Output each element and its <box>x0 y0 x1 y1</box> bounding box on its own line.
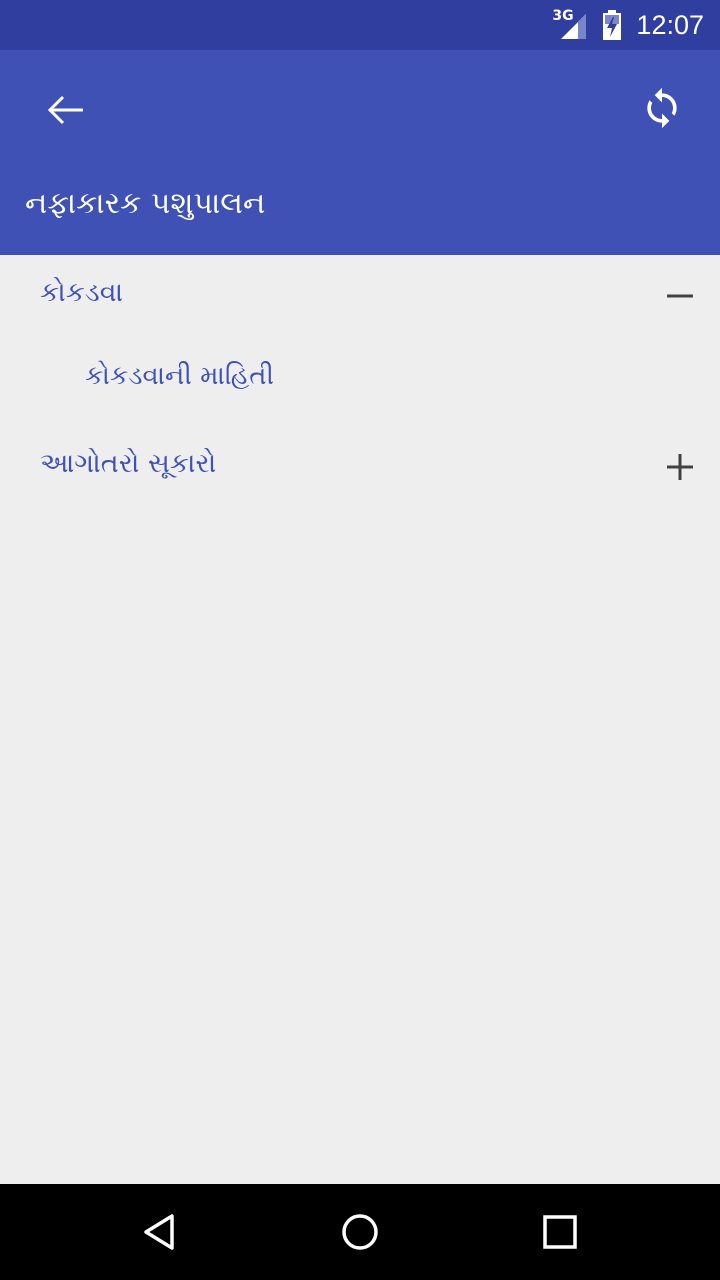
tree-item-label: કોકડવાની માહિતી <box>85 361 274 391</box>
nav-home-button[interactable] <box>334 1206 386 1258</box>
network-indicator: 3G <box>552 8 588 40</box>
tree-item-label: આગોતરો સૂકારો <box>40 448 217 479</box>
sync-icon <box>647 87 677 129</box>
status-icons: 3G 12:07 <box>552 0 704 50</box>
page-title: નફાકારક પશુપાલન <box>25 186 266 221</box>
app-bar: નફાકારક પશુપાલન <box>0 50 720 255</box>
battery-charging-icon <box>603 10 622 40</box>
sync-button[interactable] <box>634 80 690 136</box>
tree-item-kokadva[interactable]: કોકડવા <box>0 255 720 335</box>
minus-icon[interactable] <box>660 276 700 316</box>
back-triangle-icon <box>144 1214 174 1250</box>
arrow-back-icon <box>47 95 83 125</box>
recents-square-icon <box>543 1215 577 1249</box>
tree-item-kokadva-info[interactable]: કોકડવાની માહિતી <box>0 340 720 420</box>
signal-icon <box>561 14 587 39</box>
home-circle-icon <box>342 1214 378 1250</box>
navigation-bar <box>0 1184 720 1280</box>
back-button[interactable] <box>38 82 94 138</box>
status-bar: 3G 12:07 <box>0 0 720 50</box>
nav-back-button[interactable] <box>134 1206 186 1258</box>
plus-icon[interactable] <box>660 447 700 487</box>
tree-item-label: કોકડવા <box>40 277 124 308</box>
tree-item-agotaro-sukaro[interactable]: આગોતરો સૂકારો <box>0 428 720 508</box>
nav-recents-button[interactable] <box>534 1206 586 1258</box>
status-time: 12:07 <box>636 9 704 40</box>
